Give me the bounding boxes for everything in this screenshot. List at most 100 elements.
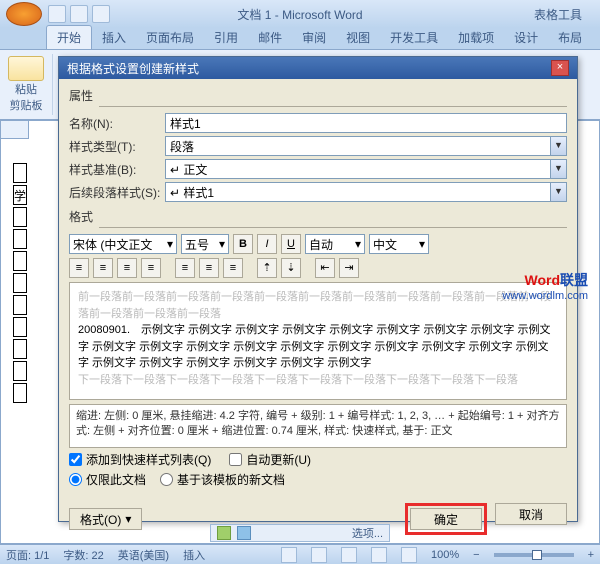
align-center-button[interactable]: ≡ [93,258,113,278]
type-value: 段落 [170,138,194,155]
preview-box: 前一段落前一段落前一段落前一段落前一段落前一段落前一段落前一段落前一段落前一段落… [69,282,567,400]
following-label: 后续段落样式(S): [69,184,165,201]
lang-select[interactable]: 中文▾ [369,234,429,254]
only-doc-label: 仅限此文档 [86,471,146,488]
tab-layout[interactable]: 页面布局 [136,26,204,49]
view-reading[interactable] [311,547,327,563]
qat-undo[interactable] [70,5,88,23]
status-bar: 页面: 1/1 字数: 22 英语(美国) 插入 100% − + [0,544,600,564]
tab-addins[interactable]: 加载项 [448,26,504,49]
language-status[interactable]: 英语(美国) [118,547,169,563]
dialog-title: 根据格式设置创建新样式 [67,60,199,77]
options-link[interactable]: 选项... [352,525,383,541]
chevron-down-icon: ▾ [167,237,173,251]
ok-button[interactable]: 确定 [410,508,482,530]
preview-sample: 20080901. 示例文字 示例文字 示例文字 示例文字 示例文字 示例文字 … [78,322,558,372]
type-select[interactable]: 段落 ▼ [165,136,567,156]
basedon-label: 样式基准(B): [69,161,165,178]
insert-mode[interactable]: 插入 [183,547,205,563]
add-quickstyle-label: 添加到快速样式列表(Q) [86,451,211,468]
view-outline[interactable] [371,547,387,563]
format-dropdown-button[interactable]: 格式(O)▾ [69,508,142,530]
zoom-thumb[interactable] [532,550,542,560]
tab-tablelayout[interactable]: 布局 [548,26,592,49]
ribbon-tabs: 开始 插入 页面布局 引用 邮件 审阅 视图 开发工具 加载项 设计 布局 [0,28,600,50]
watermark: Word联盟 www.wordlm.com [502,270,588,302]
zoom-slider[interactable] [494,553,574,557]
align-right-button[interactable]: ≡ [117,258,137,278]
spacing-before-dec[interactable]: ⇣ [281,258,301,278]
tab-mailings[interactable]: 邮件 [248,26,292,49]
tab-review[interactable]: 审阅 [292,26,336,49]
zoom-in-button[interactable]: + [588,549,594,561]
tab-references[interactable]: 引用 [204,26,248,49]
tab-design[interactable]: 设计 [504,26,548,49]
close-icon[interactable]: × [551,60,569,76]
align-justify-button[interactable]: ≡ [141,258,161,278]
tab-view[interactable]: 视图 [336,26,380,49]
chevron-down-icon: ▾ [219,237,225,251]
create-style-dialog: 根据格式设置创建新样式 × 属性 名称(N): 样式类型(T): 段落 ▼ 样式… [58,56,578,522]
font-size-select[interactable]: 五号▾ [181,234,229,254]
auto-update-checkbox[interactable] [229,453,242,466]
style-icon [217,526,231,540]
qat-redo[interactable] [92,5,110,23]
clipboard-label: 剪贴板 [8,97,44,113]
table-preview: 学 [11,161,29,405]
spacing-before-inc[interactable]: ⇡ [257,258,277,278]
italic-button[interactable]: I [257,234,277,254]
chevron-down-icon: ▼ [550,183,566,201]
tab-insert[interactable]: 插入 [92,26,136,49]
linespacing-2-button[interactable]: ≡ [223,258,243,278]
view-print-layout[interactable] [281,547,297,563]
highlight-box: 确定 [405,503,487,535]
bold-button[interactable]: B [233,234,253,254]
following-select[interactable]: ↵ 样式1 ▼ [165,182,567,202]
contextual-tab-label: 表格工具 [534,6,582,23]
zoom-level[interactable]: 100% [431,549,459,561]
add-quickstyle-checkbox[interactable] [69,453,82,466]
description-box: 缩进: 左侧: 0 厘米, 悬挂缩进: 4.2 字符, 编号 + 级别: 1 +… [69,404,567,448]
linespacing-15-button[interactable]: ≡ [199,258,219,278]
page-status[interactable]: 页面: 1/1 [6,547,49,563]
chevron-down-icon: ▾ [125,512,131,526]
chevron-down-icon: ▼ [550,137,566,155]
chevron-down-icon: ▾ [419,237,425,251]
cancel-button[interactable]: 取消 [495,503,567,525]
align-left-button[interactable]: ≡ [69,258,89,278]
name-input[interactable] [165,113,567,133]
view-draft[interactable] [401,547,417,563]
view-web[interactable] [341,547,357,563]
indent-dec-button[interactable]: ⇤ [315,258,335,278]
tab-developer[interactable]: 开发工具 [380,26,448,49]
basedon-value: ↵ 正文 [170,161,207,178]
following-value: ↵ 样式1 [170,184,214,201]
ruler-corner [1,121,29,139]
only-doc-radio[interactable] [69,473,82,486]
style-options-bar[interactable]: 选项... [210,524,390,542]
linespacing-1-button[interactable]: ≡ [175,258,195,278]
indent-inc-button[interactable]: ⇥ [339,258,359,278]
window-title: 文档 1 - Microsoft Word [237,6,362,23]
zoom-out-button[interactable]: − [473,549,479,561]
basedon-select[interactable]: ↵ 正文 ▼ [165,159,567,179]
color-select[interactable]: 自动▾ [305,234,365,254]
name-label: 名称(N): [69,115,165,132]
chevron-down-icon: ▼ [550,160,566,178]
section-properties: 属性 [69,87,567,104]
chevron-down-icon: ▾ [355,237,361,251]
font-name-select[interactable]: 宋体 (中文正文▾ [69,234,177,254]
word-count[interactable]: 字数: 22 [63,547,103,563]
office-button[interactable] [6,2,42,26]
style-icon [237,526,251,540]
qat-save[interactable] [48,5,66,23]
section-format: 格式 [69,208,567,225]
preview-after: 下一段落下一段落下一段落下一段落下一段落下一段落下一段落下一段落下一段落下一段落 [78,372,558,389]
paste-button[interactable] [8,56,44,81]
auto-update-label: 自动更新(U) [246,451,311,468]
paste-label: 粘贴 [8,81,44,97]
template-radio[interactable] [160,473,173,486]
underline-button[interactable]: U [281,234,301,254]
template-label: 基于该模板的新文档 [177,471,285,488]
tab-home[interactable]: 开始 [46,25,92,49]
